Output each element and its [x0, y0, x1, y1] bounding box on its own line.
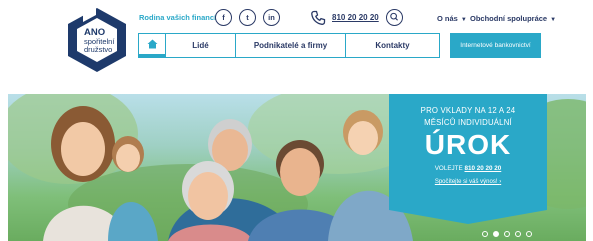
- promo-line-2: MĚSÍCŮ INDIVIDUÁLNÍ: [424, 118, 512, 127]
- tagline: Rodina vašich financí: [139, 13, 217, 22]
- nav-item-business[interactable]: Podnikatelé a firmy: [235, 34, 345, 57]
- business-cooperation-label: Obchodní spolupráce: [470, 14, 548, 23]
- carousel-dot[interactable]: [526, 231, 532, 237]
- internet-banking-button[interactable]: Internetové bankovnictví: [450, 33, 541, 58]
- promo-cta-label: Spočítejte si váš výnos!: [434, 179, 498, 185]
- chevron-right-icon: ›: [499, 179, 502, 185]
- promo-call-prefix: VOLEJTE: [434, 165, 463, 172]
- facebook-icon[interactable]: f: [215, 9, 232, 26]
- main-nav: Lidé Podnikatelé a firmy Kontakty: [138, 33, 440, 58]
- carousel-dot[interactable]: [515, 231, 521, 237]
- business-cooperation-link[interactable]: Obchodní spolupráce ▼: [470, 14, 556, 23]
- top-bar: Rodina vašich financí f t in 810 20 20 2…: [139, 8, 559, 28]
- nav-item-lide[interactable]: Lidé: [165, 34, 235, 57]
- logo-line-2: družstvo: [84, 44, 113, 54]
- about-us-label: O nás: [437, 14, 458, 23]
- promo-box: PRO VKLADY NA 12 A 24 MĚSÍCŮ INDIVIDUÁLN…: [389, 94, 547, 224]
- nav-home[interactable]: [139, 34, 165, 57]
- carousel-dot[interactable]: [504, 231, 510, 237]
- logo-text: ANO spořitelní družstvo: [84, 28, 114, 54]
- promo-call: VOLEJTE 810 20 20 20: [389, 165, 547, 172]
- home-icon: [147, 39, 157, 49]
- carousel-dot-active[interactable]: [493, 231, 499, 237]
- chevron-down-icon: ▼: [460, 17, 467, 23]
- carousel-dots: [482, 231, 532, 237]
- carousel-dot[interactable]: [482, 231, 488, 237]
- chevron-down-icon: ▼: [550, 17, 557, 23]
- phone-icon[interactable]: [310, 10, 326, 26]
- promo-line-1: PRO VKLADY NA 12 A 24: [420, 106, 516, 115]
- about-us-link[interactable]: O nás ▼: [437, 14, 467, 23]
- promo-call-number[interactable]: 810 20 20 20: [464, 165, 501, 172]
- promo-headline: ÚROK: [424, 129, 512, 160]
- phone-number-link[interactable]: 810 20 20 20: [332, 13, 379, 22]
- hero-banner[interactable]: PRO VKLADY NA 12 A 24 MĚSÍCŮ INDIVIDUÁLN…: [8, 94, 586, 241]
- search-icon[interactable]: [386, 9, 403, 26]
- nav-item-contacts[interactable]: Kontakty: [345, 34, 439, 57]
- linkedin-icon[interactable]: in: [263, 9, 280, 26]
- twitter-icon[interactable]: t: [239, 9, 256, 26]
- promo-cta-link[interactable]: Spočítejte si váš výnos! ›: [389, 179, 547, 185]
